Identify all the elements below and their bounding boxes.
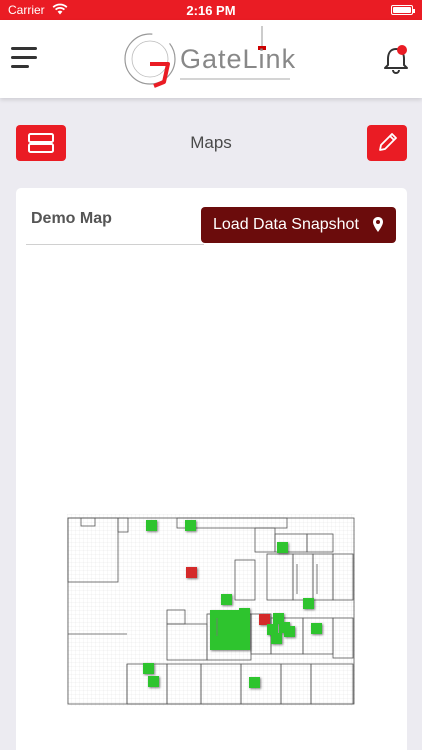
app-header: GateLink [0,20,422,98]
device-marker [148,676,159,687]
clock: 2:16 PM [186,3,236,18]
map-name-underline [26,244,204,245]
edit-button[interactable] [367,125,407,161]
pencil-icon [379,133,397,151]
device-marker [249,677,260,688]
hamburger-menu-icon[interactable] [11,47,37,69]
device-marker [186,567,197,578]
floor-plan-map[interactable] [67,514,355,706]
device-marker [259,614,270,625]
device-marker [146,520,157,531]
device-marker [311,623,322,634]
gatelink-logo: GateLink [120,24,300,94]
device-marker [143,663,154,674]
map-name: Demo Map [31,210,112,227]
device-marker [185,520,196,531]
logo-text: GateLink [180,44,297,74]
device-marker [277,542,288,553]
status-bar: Carrier 2:16 PM [0,0,422,20]
battery-icon [391,5,415,15]
load-data-snapshot-label: Load Data Snapshot [213,216,359,233]
load-data-snapshot-button[interactable]: Load Data Snapshot [201,207,396,243]
device-marker [284,626,295,637]
map-card: Demo Map Load Data Snapshot [16,188,407,750]
device-marker [239,608,250,619]
page-title: Maps [190,133,232,152]
bell-icon[interactable] [380,44,412,76]
map-pin-icon [373,217,383,232]
notification-dot [397,45,407,55]
device-marker [303,598,314,609]
device-marker [271,633,282,644]
device-marker [221,594,232,605]
